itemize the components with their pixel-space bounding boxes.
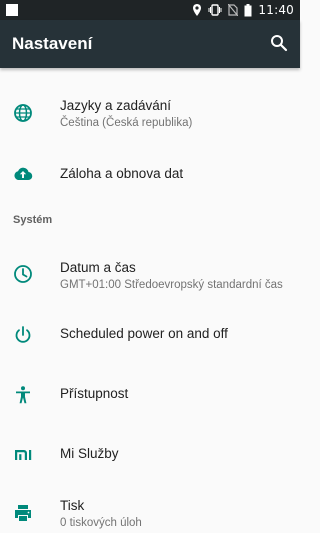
settings-item-title: Datum a čas xyxy=(60,260,136,275)
no-sim-icon xyxy=(228,4,239,16)
settings-item-mi-services[interactable]: Mi Služby xyxy=(0,440,300,470)
status-icons: 11:40 xyxy=(192,2,294,18)
settings-item-scheduled-power[interactable]: Scheduled power on and off xyxy=(0,320,300,350)
settings-item-title: Záloha a obnova dat xyxy=(60,166,184,181)
battery-icon xyxy=(244,3,252,16)
status-bar: 11:40 xyxy=(0,0,300,20)
settings-item-title: Přístupnost xyxy=(60,386,129,401)
printer-icon xyxy=(15,505,31,521)
settings-item-accessibility[interactable]: Přístupnost xyxy=(0,380,300,410)
cloud-upload-icon xyxy=(14,167,33,181)
toolbar: Nastavení xyxy=(0,20,300,68)
settings-item-print[interactable]: Tisk 0 tiskových úloh xyxy=(0,492,300,532)
settings-item-date-time[interactable]: Datum a čas GMT+01:00 Středoevropský sta… xyxy=(0,252,300,298)
settings-item-subtitle: 0 tiskových úloh xyxy=(60,517,142,529)
settings-item-title: Mi Služby xyxy=(60,446,119,461)
clock-icon xyxy=(14,265,32,283)
settings-item-title: Tisk xyxy=(60,498,85,513)
globe-icon xyxy=(14,104,32,122)
power-icon xyxy=(15,326,31,343)
search-icon[interactable] xyxy=(270,34,288,52)
settings-item-title: Scheduled power on and off xyxy=(60,326,228,341)
settings-item-subtitle: GMT+01:00 Středoevropský standardní čas xyxy=(60,279,283,291)
location-icon xyxy=(193,4,202,16)
page-title: Nastavení xyxy=(12,34,93,53)
vibrate-icon xyxy=(208,4,222,16)
mi-icon xyxy=(15,450,32,460)
settings-item-subtitle: Čeština (Česká republika) xyxy=(60,117,193,129)
settings-item-languages[interactable]: Jazyky a zadávání Čeština (Česká republi… xyxy=(0,90,300,136)
clock-time: 11:40 xyxy=(258,3,294,17)
section-header-system: Systém xyxy=(13,214,53,226)
notification-square-icon xyxy=(6,4,18,16)
settings-item-backup[interactable]: Záloha a obnova dat xyxy=(0,158,300,188)
accessibility-icon xyxy=(16,386,30,404)
settings-item-title: Jazyky a zadávání xyxy=(60,98,172,113)
